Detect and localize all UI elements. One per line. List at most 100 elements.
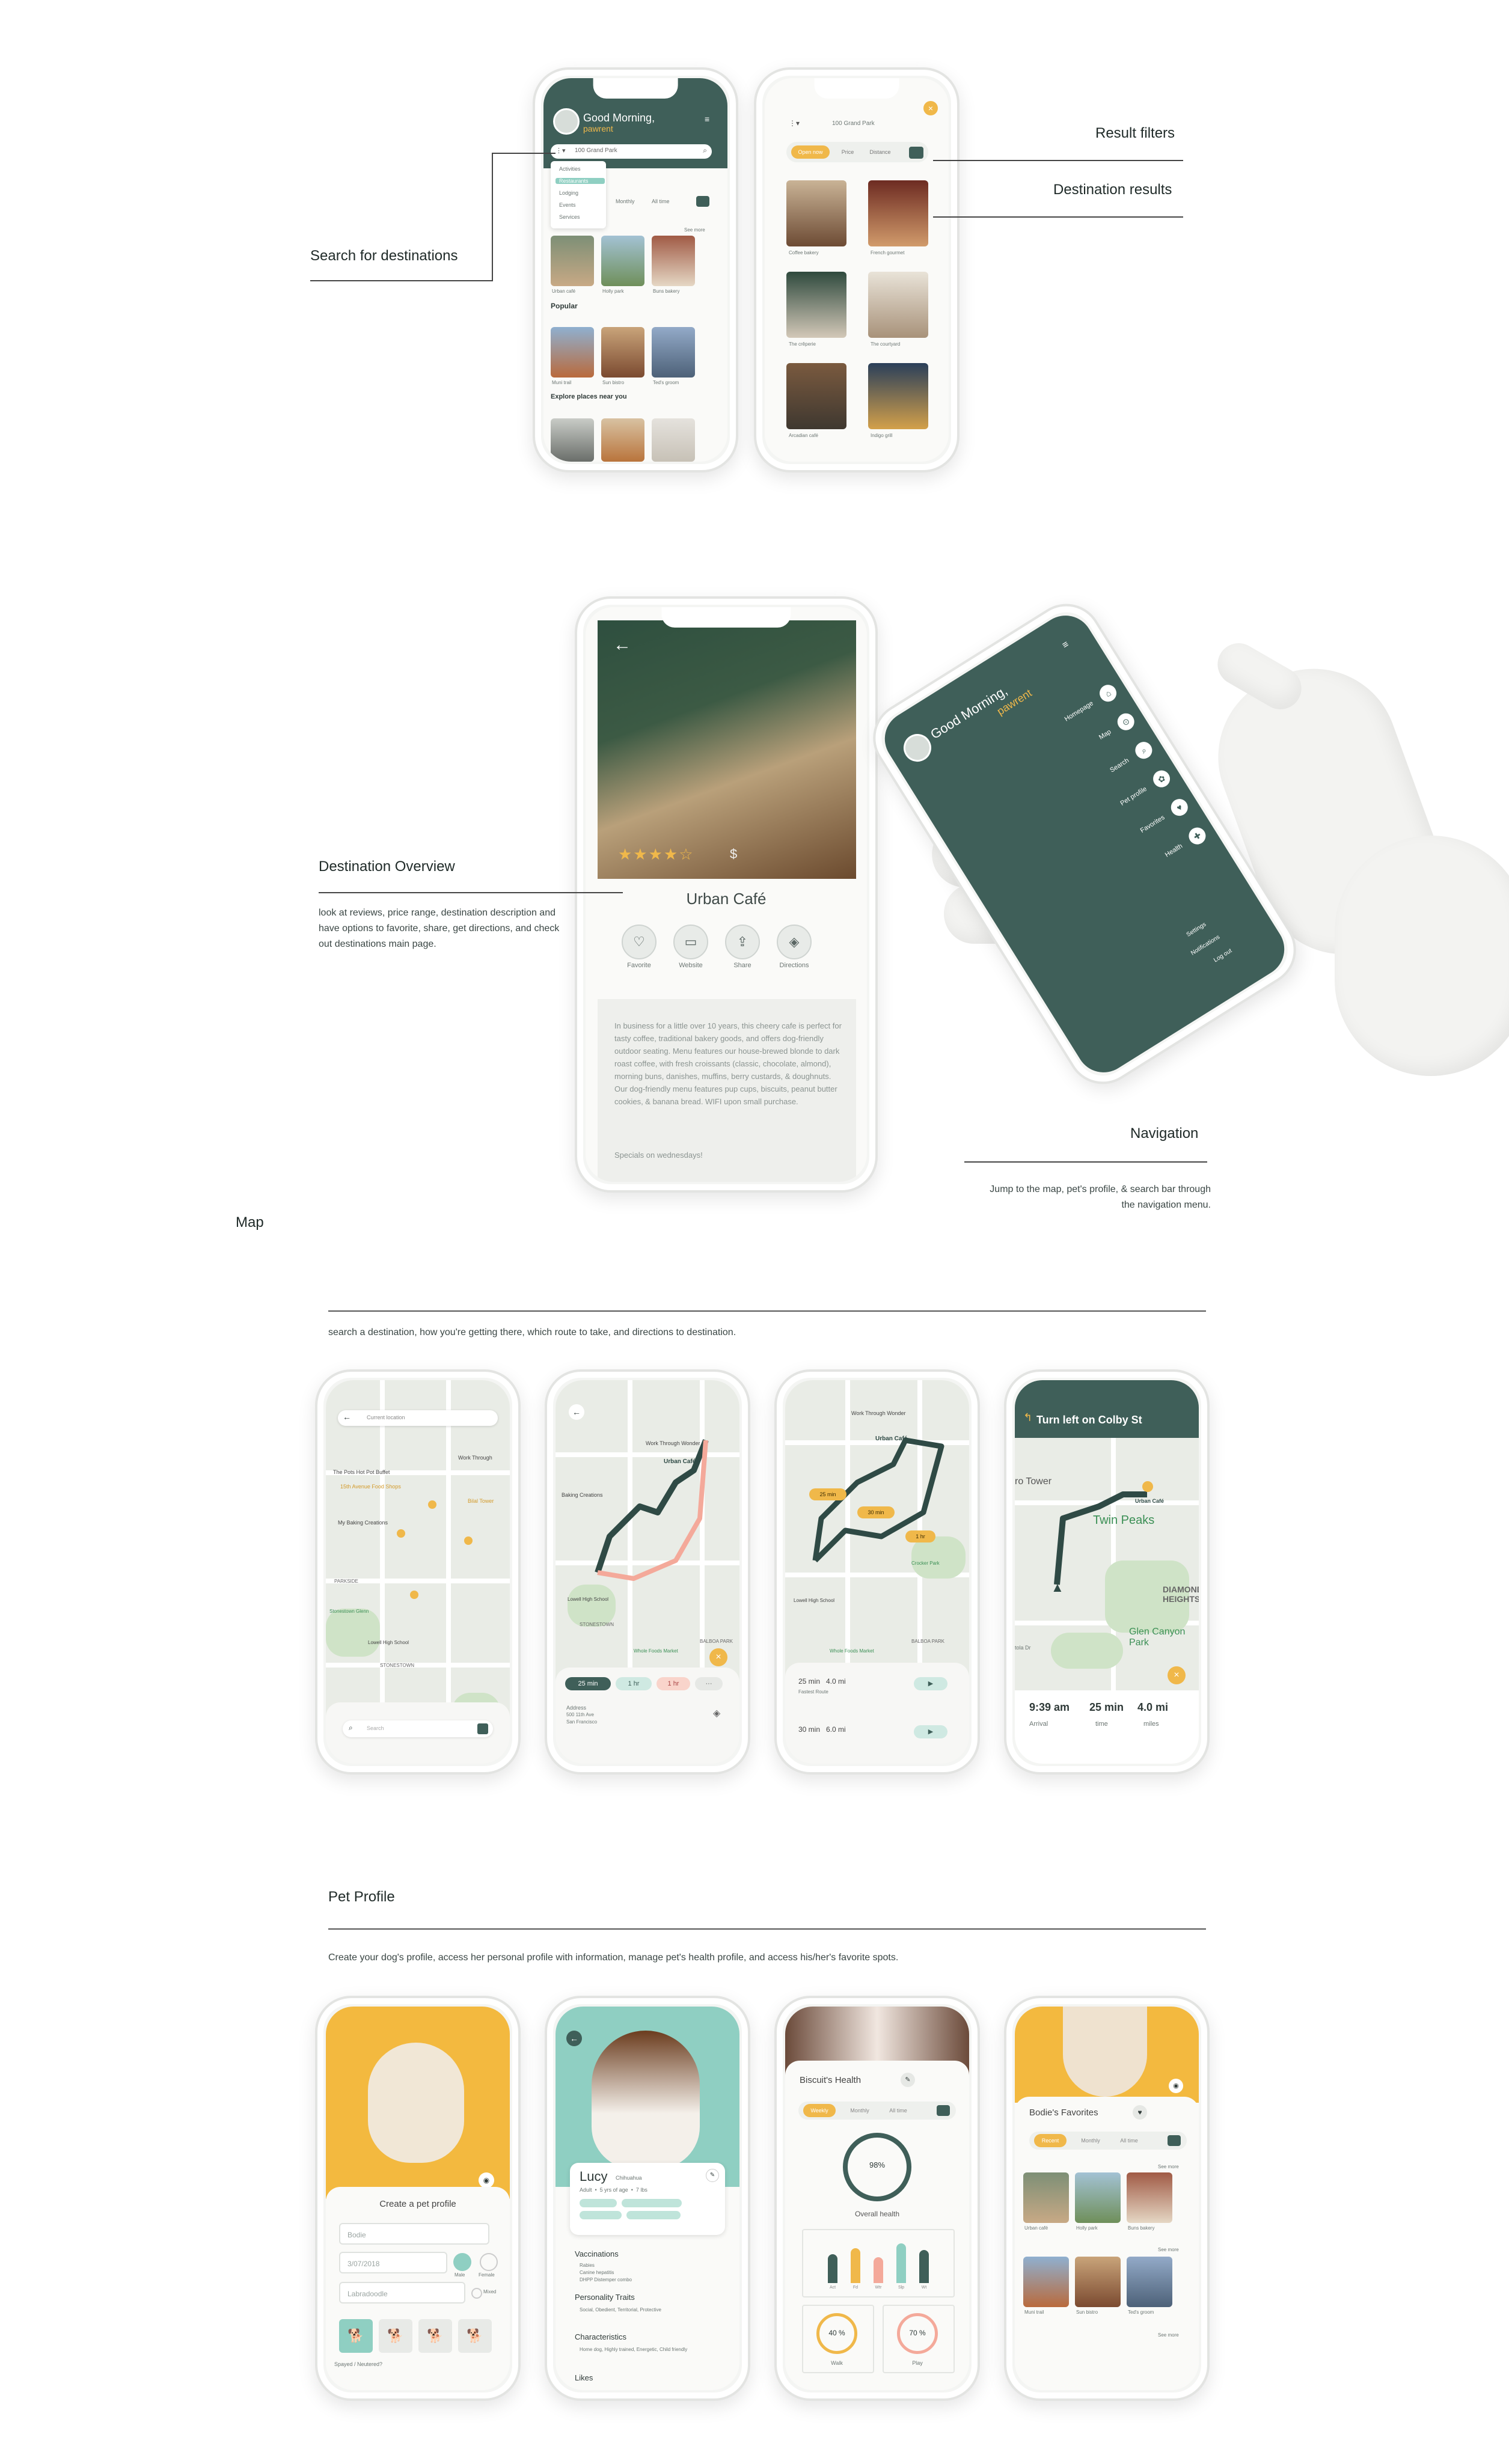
see-more-link[interactable]: See more [1158, 2332, 1179, 2338]
search-bar[interactable]: ⋮▾ 100 Grand Park ⌕ [551, 144, 712, 159]
tab-monthly[interactable]: Monthly [616, 198, 635, 204]
route-option-1[interactable]: 25 min 4.0 mi [798, 1677, 846, 1686]
avatar[interactable] [553, 108, 580, 135]
thumb-8[interactable] [601, 418, 644, 462]
back-arrow-icon[interactable]: ← [343, 1412, 351, 1422]
fav-thumb-4[interactable] [1023, 2257, 1069, 2307]
result-thumb-4[interactable] [868, 272, 928, 338]
map-place-6[interactable]: Whole Foods Market [634, 1648, 678, 1654]
search-icon[interactable]: ⌕ [703, 146, 707, 155]
filter-icon[interactable] [937, 2105, 950, 2116]
result-thumb-3[interactable] [786, 272, 846, 338]
pin-icon[interactable] [428, 1500, 436, 1509]
size-option-large[interactable]: 🐕 [418, 2319, 452, 2353]
back-arrow-icon[interactable]: ← [613, 635, 631, 655]
menu-icon[interactable]: ≡ [1061, 639, 1071, 651]
filter-icon[interactable] [477, 1723, 488, 1734]
name-field[interactable]: Bodie [339, 2223, 489, 2245]
filter-icon[interactable] [696, 196, 709, 207]
nav-notifications[interactable]: Notifications [1190, 934, 1221, 956]
tab-all-time[interactable]: All time [1112, 2134, 1146, 2147]
breed-field[interactable]: Labradoodle [339, 2282, 465, 2304]
category-icon[interactable]: ⋮▾ [789, 119, 800, 127]
camera-icon[interactable]: ◉ [479, 2172, 494, 2188]
dropdown-lodging[interactable]: Lodging [559, 190, 578, 196]
tab-all-time[interactable]: All time [652, 198, 670, 204]
map-place-2[interactable]: Urban Café [875, 1435, 907, 1442]
result-thumb-6[interactable] [868, 363, 928, 429]
birthday-field[interactable]: 3/07/2018 [339, 2252, 447, 2273]
fav-thumb-2[interactable] [1075, 2172, 1121, 2223]
thumb-9[interactable] [652, 418, 695, 462]
tab-all-time[interactable]: All time [881, 2104, 915, 2117]
time-bubble-1[interactable]: 25 min [809, 1488, 846, 1500]
tab-monthly[interactable]: Monthly [1073, 2134, 1109, 2147]
mode-transit[interactable]: 1 hr [657, 1677, 690, 1690]
size-option-xlarge[interactable]: 🐕 [458, 2319, 492, 2353]
filter-distance[interactable]: Distance [862, 145, 898, 159]
map-place-6[interactable]: Crocker Park [911, 1561, 940, 1566]
thumb-2[interactable] [601, 236, 644, 286]
fav-thumb-5[interactable] [1075, 2257, 1121, 2307]
close-icon[interactable]: × [1168, 1666, 1186, 1684]
map-place-7[interactable]: Stonestown Glenn [329, 1609, 378, 1614]
route-option-2[interactable]: 30 min 6.0 mi [798, 1725, 846, 1734]
start-route-2-button[interactable]: ▶ [914, 1725, 947, 1738]
map-place-5[interactable]: My Baking Creations [338, 1520, 388, 1526]
see-more-link[interactable]: See more [1158, 2164, 1179, 2169]
website-button[interactable]: ▭ [673, 925, 708, 959]
share-button[interactable]: ⇪ [725, 925, 760, 959]
directions-button[interactable]: ◈ [777, 925, 812, 959]
map-place-2[interactable]: Urban Café [664, 1458, 696, 1465]
tab-recent[interactable]: Recent [1034, 2134, 1067, 2147]
dropdown-restaurants[interactable]: Restaurants [556, 178, 605, 184]
mode-walk[interactable]: 1 hr [616, 1677, 652, 1690]
thumb-1[interactable] [551, 236, 594, 286]
map-place-3[interactable]: 15th Avenue Food Shops [340, 1484, 401, 1490]
fav-thumb-3[interactable] [1127, 2172, 1172, 2223]
map-place-3[interactable]: Lowell High School [794, 1598, 834, 1603]
edit-icon[interactable]: ✎ [706, 2169, 719, 2182]
filter-icon[interactable] [909, 147, 923, 159]
more-options-icon[interactable]: ··· [695, 1677, 723, 1690]
mixed-checkbox[interactable] [471, 2288, 482, 2299]
tab-weekly[interactable]: Weekly [803, 2104, 836, 2117]
result-thumb-2[interactable] [868, 180, 928, 246]
pin-icon[interactable] [464, 1536, 473, 1545]
map-place-8[interactable]: Lowell High School [368, 1640, 409, 1645]
pin-icon[interactable] [410, 1591, 418, 1599]
thumb-4[interactable] [551, 327, 594, 378]
map-place-1[interactable]: Work Through Wonder [851, 1410, 906, 1416]
time-bubble-3[interactable]: 1 hr [905, 1530, 935, 1542]
directions-icon[interactable]: ◈ [713, 1707, 720, 1719]
close-icon[interactable]: × [709, 1648, 727, 1666]
heart-icon[interactable]: ♥ [1133, 2105, 1147, 2120]
thumb-3[interactable] [652, 236, 695, 286]
filter-icon[interactable] [1168, 2135, 1181, 2146]
map-place-5[interactable]: Lowell High School [568, 1597, 608, 1602]
filter-open-now[interactable]: Open now [791, 145, 830, 159]
map-place-1[interactable]: Work Through Wonder [646, 1440, 700, 1446]
dropdown-activities[interactable]: Activities [559, 166, 581, 172]
mode-car[interactable]: 25 min [565, 1677, 611, 1690]
start-route-1-button[interactable]: ▶ [914, 1677, 947, 1690]
map-place-3[interactable]: Baking Creations [562, 1492, 603, 1498]
size-option-small[interactable]: 🐕 [339, 2319, 373, 2353]
fav-thumb-1[interactable] [1023, 2172, 1069, 2223]
fav-thumb-6[interactable] [1127, 2257, 1172, 2307]
map-place-2[interactable]: Urban Café [1135, 1498, 1164, 1504]
map-place-4[interactable]: Whole Foods Market [830, 1648, 874, 1654]
see-more-link[interactable]: See more [1158, 2247, 1179, 2252]
map-place-2[interactable]: Work Through [458, 1455, 492, 1461]
search-input[interactable]: ⌕ Search [343, 1720, 493, 1737]
gender-female-toggle[interactable] [480, 2253, 498, 2271]
menu-icon[interactable]: ≡ [705, 114, 709, 124]
dropdown-services[interactable]: Services [559, 214, 580, 220]
top-search-bar[interactable]: ← Current location [338, 1410, 498, 1426]
back-arrow-icon[interactable]: ← [569, 1404, 584, 1420]
dropdown-events[interactable]: Events [559, 202, 576, 208]
map-place-4[interactable]: Bilal Tower [468, 1498, 494, 1504]
pin-icon[interactable] [397, 1529, 405, 1538]
filter-price[interactable]: Price [833, 145, 862, 159]
result-thumb-5[interactable] [786, 363, 846, 429]
